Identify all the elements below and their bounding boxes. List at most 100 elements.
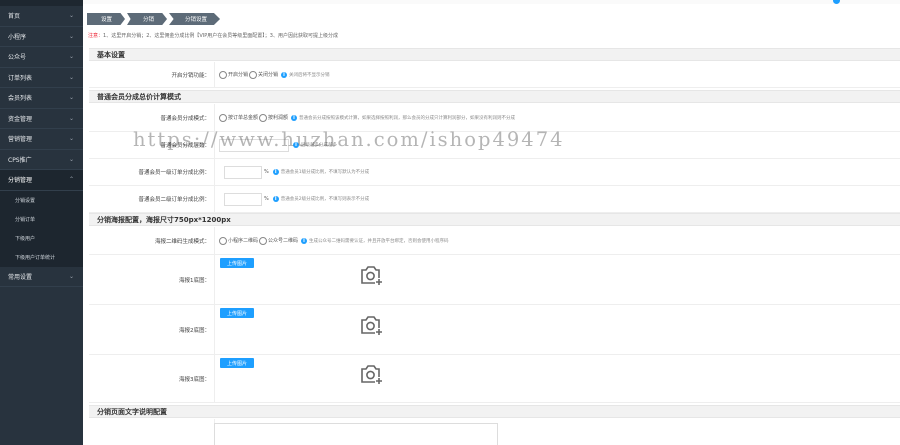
radio-circle[interactable]	[259, 236, 268, 245]
sidebar-item-common-settings[interactable]: 常用设置 ⌄	[0, 267, 83, 287]
sidebar-subitem-label: 下级用户	[15, 235, 36, 242]
field-label: 海报1底图：	[89, 255, 215, 304]
row-enable-distribution: 开启分销功能： 开启分销 关闭分销 i 关闭后将不显示分销	[89, 62, 900, 88]
radio-miniprogram-qr[interactable]: 小程序二维码	[219, 236, 259, 245]
chevron-down-icon: ⌄	[68, 135, 74, 143]
first-ratio-input[interactable]	[224, 165, 262, 179]
field-hint: 普通会员1级分成比例，不填写默认为不分成	[280, 170, 370, 175]
notice-text: 注意：1、这里开启分销；2、这里佣金分成比例【VIP用户在会员等级里面配置】；3…	[88, 32, 338, 39]
sidebar-item-label: 营销管理	[8, 136, 33, 144]
sidebar-subitem-settings[interactable]: 分销设置	[0, 190, 83, 210]
radio-enable[interactable]: 开启分销	[219, 70, 249, 79]
field-label: 普通会员一级订单分成比例：	[89, 159, 215, 185]
row-first-level-ratio: 普通会员一级订单分成比例： % i 普通会员1级分成比例，不填写默认为不分成	[89, 159, 900, 186]
sidebar-item-cps[interactable]: CPS推广 ⌄	[0, 150, 83, 170]
radio-by-profit[interactable]: 按利润额	[259, 113, 288, 122]
sidebar-subitem-label: 下级用户订单统计	[15, 254, 56, 261]
notice-lead: 注意：	[88, 33, 104, 39]
page-text-editor[interactable]	[214, 423, 498, 445]
radio-label: 开启分销	[228, 72, 249, 78]
radio-label: 按订单总金额	[228, 115, 259, 121]
field-control: % i 普通会员1级分成比例，不填写默认为不分成	[224, 159, 369, 185]
main-content: 设置 分销 分销设置 注意：1、这里开启分销；2、这里佣金分成比例【VIP用户在…	[83, 0, 900, 445]
section-normal-member: 普通会员分成总价计算模式	[89, 90, 900, 103]
watermark-text: https://www.huzhan.com/ishop49474	[133, 128, 565, 151]
sidebar-item-miniprogram[interactable]: 小程序 ⌄	[0, 27, 83, 47]
radio-circle[interactable]	[259, 113, 268, 122]
radio-circle[interactable]	[219, 236, 227, 245]
field-label: 普通会员分成模式：	[89, 104, 215, 131]
sidebar-subitem-sub-users[interactable]: 下级用户	[0, 228, 83, 248]
breadcrumb-item[interactable]: 分销	[127, 13, 168, 25]
sidebar-subitem-orders[interactable]: 分销订单	[0, 209, 83, 229]
radio-circle[interactable]	[249, 70, 258, 79]
chevron-down-icon: ⌄	[68, 73, 74, 81]
field-control: 小程序二维码 公众号二维码 i 生成公众号二维码需要认证，并且开放平台绑定，否则会…	[219, 227, 449, 254]
field-label: 开启分销功能：	[89, 62, 215, 87]
field-hint: 生成公众号二维码需要认证，并且开放平台绑定，否则会使用小程序码	[309, 238, 449, 244]
sidebar-item-label: 公众号	[8, 54, 27, 62]
sidebar-item-official-account[interactable]: 公众号 ⌄	[0, 47, 83, 68]
sidebar-item-label: 分销管理	[8, 177, 33, 185]
section-basic: 基本设置	[89, 48, 900, 61]
info-icon: i	[272, 169, 279, 175]
info-icon: i	[281, 71, 288, 78]
sidebar-item-home[interactable]: 首页 ⌄	[0, 6, 83, 27]
upload-button[interactable]: 上传图片	[220, 258, 255, 268]
sidebar-item-label: 会员列表	[8, 95, 33, 103]
sidebar-subitem-sub-user-orders[interactable]: 下级用户订单统计	[0, 247, 83, 267]
sidebar-subitem-label: 分销订单	[15, 216, 36, 223]
chevron-down-icon: ⌄	[68, 272, 74, 280]
camera-add-icon[interactable]	[359, 264, 383, 286]
sidebar-item-funds[interactable]: 资金管理 ⌄	[0, 109, 83, 129]
percent-unit: %	[264, 169, 269, 175]
radio-circle[interactable]	[219, 113, 227, 122]
radio-by-total[interactable]: 按订单总金额	[219, 113, 259, 122]
section-poster: 分销海报配置，海报尺寸750px*1200px	[89, 213, 900, 226]
app: 首页 ⌄ 小程序 ⌄ 公众号 ⌄ 订单列表 ⌄ 会员列表 ⌄ 资金管理 ⌄ 营销管理 ⌄ CP…	[0, 0, 900, 445]
sidebar-item-label: 常用设置	[8, 273, 33, 281]
sidebar-subitem-label: 分销设置	[15, 197, 36, 204]
radio-disable[interactable]: 关闭分销	[249, 70, 279, 79]
field-control: 按订单总金额 按利润额 i 普通会员分成按照该模式计算，如果选择按照利润，那么会员…	[219, 104, 515, 131]
upload-button[interactable]: 上传图片	[220, 308, 255, 318]
sidebar-item-distribution[interactable]: 分销管理 ⌃	[0, 170, 83, 191]
breadcrumb-item[interactable]: 分销设置	[169, 13, 221, 25]
second-ratio-input[interactable]	[224, 192, 262, 206]
sidebar: 首页 ⌄ 小程序 ⌄ 公众号 ⌄ 订单列表 ⌄ 会员列表 ⌄ 资金管理 ⌄ 营销管理 ⌄ CP…	[0, 0, 83, 445]
sidebar-item-label: 首页	[8, 13, 21, 21]
radio-label: 关闭分销	[258, 72, 279, 78]
row-poster-3: 海报3底图： 上传图片	[89, 355, 900, 403]
breadcrumb: 设置 分销 分销设置	[87, 13, 222, 25]
field-label: 海报3底图：	[89, 355, 215, 402]
camera-add-icon[interactable]	[359, 363, 383, 385]
radio-circle[interactable]	[219, 70, 227, 79]
field-hint: 关闭后将不显示分销	[289, 72, 330, 78]
info-icon: i	[301, 237, 308, 244]
breadcrumb-item[interactable]: 设置	[87, 13, 126, 25]
field-label: 海报二维码生成模式：	[89, 227, 215, 254]
radio-label: 公众号二维码	[268, 238, 299, 244]
radio-label: 小程序二维码	[228, 238, 259, 244]
field-hint: 普通会员2级分成比例，不填写则表示不分成	[280, 197, 370, 202]
chevron-up-icon: ⌃	[68, 176, 74, 184]
top-strip	[83, 0, 900, 4]
field-control: % i 普通会员2级分成比例，不填写则表示不分成	[224, 186, 369, 212]
percent-unit: %	[264, 196, 269, 202]
chevron-down-icon: ⌄	[68, 114, 74, 122]
section-page-text: 分销页面文字说明配置	[89, 405, 900, 418]
sidebar-item-label: 资金管理	[8, 115, 33, 123]
row-poster-2: 海报2底图： 上传图片	[89, 305, 900, 355]
camera-add-icon[interactable]	[359, 314, 383, 336]
field-label: 海报2底图：	[89, 305, 215, 354]
sidebar-item-marketing[interactable]: 营销管理 ⌄	[0, 129, 83, 150]
sidebar-item-members[interactable]: 会员列表 ⌄	[0, 88, 83, 109]
sidebar-item-label: CPS推广	[8, 156, 32, 164]
row-qr-mode: 海报二维码生成模式： 小程序二维码 公众号二维码 i 生成公众号二维码需要认证，并…	[89, 227, 900, 255]
radio-official-qr[interactable]: 公众号二维码	[259, 236, 299, 245]
sidebar-item-label: 小程序	[8, 33, 27, 41]
sidebar-item-orders[interactable]: 订单列表 ⌄	[0, 68, 83, 88]
upload-button[interactable]: 上传图片	[220, 358, 255, 368]
row-poster-1: 海报1底图： 上传图片	[89, 255, 900, 305]
info-icon: i	[272, 196, 279, 202]
